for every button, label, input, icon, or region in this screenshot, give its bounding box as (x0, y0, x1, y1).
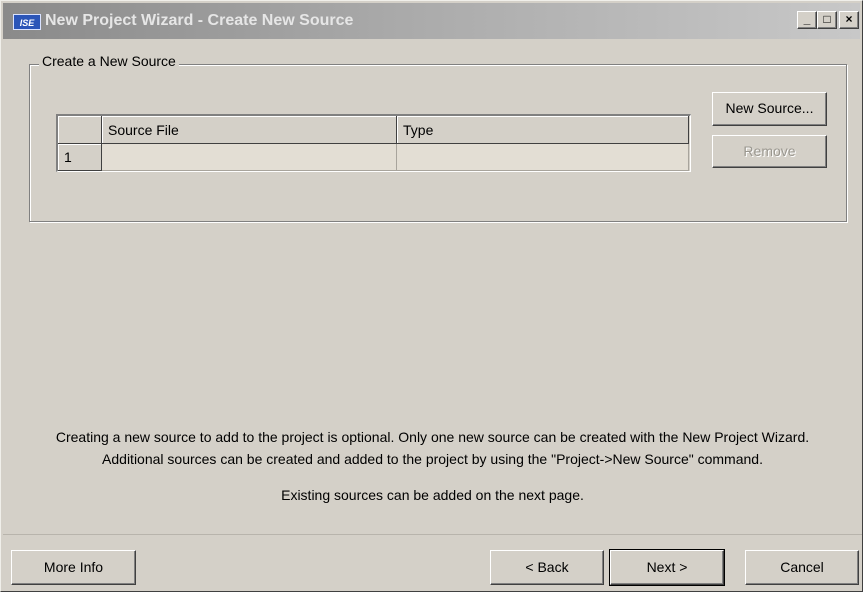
new-source-button[interactable]: New Source... (712, 92, 827, 126)
next-button[interactable]: Next > (609, 549, 725, 586)
column-header-source-file[interactable]: Source File (102, 116, 397, 144)
title-bar[interactable]: ISE New Project Wizard - Create New Sour… (3, 3, 860, 39)
cancel-button[interactable]: Cancel (745, 550, 859, 585)
column-header-type[interactable]: Type (397, 116, 689, 144)
window-title: New Project Wizard - Create New Source (45, 12, 354, 29)
info-text-line-1: Creating a new source to add to the proj… (55, 429, 810, 445)
maximize-button[interactable]: □ (817, 11, 837, 29)
source-file-cell[interactable] (102, 144, 397, 171)
minimize-button[interactable]: _ (797, 11, 817, 29)
ise-app-icon: ISE (13, 14, 41, 30)
grid-corner-header (58, 116, 102, 144)
remove-button[interactable]: Remove (712, 135, 827, 168)
footer-separator (3, 534, 862, 535)
row-number[interactable]: 1 (58, 144, 102, 171)
type-cell[interactable] (397, 144, 689, 171)
more-info-button[interactable]: More Info (11, 550, 136, 585)
source-grid: Source File Type 1 (56, 114, 691, 172)
close-button[interactable]: × (839, 11, 859, 29)
info-text-line-2: Additional sources can be created and ad… (102, 451, 763, 467)
info-text-line-3: Existing sources can be added on the nex… (281, 487, 584, 503)
groupbox-label: Create a New Source (39, 53, 179, 69)
back-button[interactable]: < Back (490, 550, 604, 585)
wizard-window: ISE New Project Wizard - Create New Sour… (0, 0, 863, 592)
